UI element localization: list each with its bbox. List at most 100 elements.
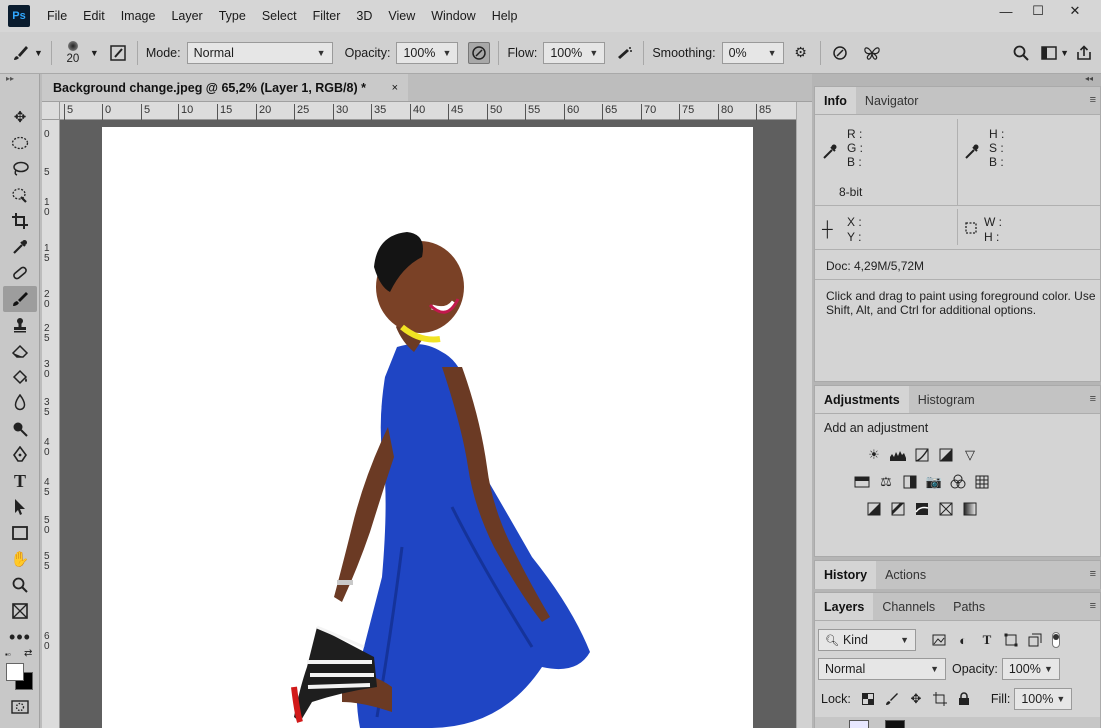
black-white-icon[interactable] [899,473,921,491]
color-swatches[interactable]: ▪▫ ⇄ [0,648,40,694]
pen-tool-icon[interactable] [3,442,37,468]
menu-3d[interactable]: 3D [356,9,372,23]
blur-tool-icon[interactable] [3,390,37,416]
chevron-down-icon[interactable]: ▼ [90,48,99,58]
brush-tool-preset-icon[interactable] [10,42,32,64]
quick-mask-icon[interactable] [3,694,37,720]
paint-bucket-tool-icon[interactable] [3,364,37,390]
hue-saturation-icon[interactable] [851,473,873,491]
menu-file[interactable]: File [47,9,67,23]
channel-mixer-icon[interactable] [947,473,969,491]
panel-menu-icon[interactable]: ≡ [1090,568,1096,580]
gradient-map-icon[interactable] [959,500,981,518]
document-canvas[interactable] [102,127,753,728]
menu-help[interactable]: Help [492,9,518,23]
frame-tool-icon[interactable] [3,598,37,624]
adjustment-layer-filter-icon[interactable]: ◐ [952,631,974,649]
layer-kind-filter[interactable]: 🔍︎ Kind ▼ [818,629,916,651]
symmetry-butterfly-icon[interactable] [861,42,883,64]
brightness-contrast-icon[interactable]: ☀ [863,446,885,464]
vertical-ruler[interactable]: 0 5 1 0 1 5 2 0 2 5 3 0 3 5 4 0 4 5 5 0 … [42,120,60,728]
lasso-tool-icon[interactable] [3,156,37,182]
search-icon[interactable] [1010,42,1032,64]
type-tool-icon[interactable]: T [3,468,37,494]
gear-icon[interactable]: ⚙ [790,42,812,64]
tab-paths[interactable]: Paths [944,593,994,620]
pressure-size-icon[interactable] [829,42,851,64]
dodge-tool-icon[interactable] [3,416,37,442]
menu-select[interactable]: Select [262,9,297,23]
share-icon[interactable] [1073,42,1095,64]
levels-icon[interactable] [887,446,909,464]
eyedropper-icon[interactable] [823,143,837,162]
panel-collapse-icon[interactable]: ◂◂ [1085,74,1093,83]
panel-menu-icon[interactable]: ≡ [1090,600,1096,612]
chevron-down-icon[interactable]: ▼ [1060,48,1069,58]
lock-artboard-icon[interactable] [929,690,951,708]
swap-colors-icon[interactable]: ⇄ [24,648,32,659]
tab-adjustments[interactable]: Adjustments [815,386,909,413]
menu-view[interactable]: View [388,9,415,23]
vibrance-icon[interactable]: ▽ [959,446,981,464]
filter-toggle[interactable] [1052,632,1060,648]
exposure-icon[interactable] [935,446,957,464]
crop-tool-icon[interactable] [3,208,37,234]
tab-navigator[interactable]: Navigator [856,87,928,114]
clone-stamp-tool-icon[interactable] [3,312,37,338]
lock-all-icon[interactable] [953,690,975,708]
hand-tool-icon[interactable]: ✋ [3,546,37,572]
pixel-layer-filter-icon[interactable] [928,631,950,649]
invert-icon[interactable] [863,500,885,518]
chevron-down-icon[interactable]: ▼ [34,48,43,58]
smoothing-field[interactable]: 0% ▼ [721,41,784,64]
maximize-button[interactable]: ☐ [1023,0,1053,22]
panel-collapse-icon[interactable]: ▸▸ [0,74,39,84]
blend-mode-dropdown[interactable]: Normal ▼ [818,658,946,680]
menu-edit[interactable]: Edit [83,9,105,23]
tab-histogram[interactable]: Histogram [909,386,984,413]
menu-window[interactable]: Window [431,9,475,23]
pressure-opacity-icon[interactable] [468,41,491,64]
type-layer-filter-icon[interactable]: T [976,631,998,649]
menu-layer[interactable]: Layer [171,9,202,23]
close-button[interactable]: ✕ [1055,0,1095,22]
move-tool-icon[interactable]: ✥ [3,104,37,130]
flow-field[interactable]: 100% ▼ [543,41,606,64]
menu-type[interactable]: Type [219,9,246,23]
brush-size-picker[interactable]: 20 [60,40,86,65]
vertical-scrollbar[interactable] [796,102,812,728]
photo-filter-icon[interactable]: 📷 [923,473,945,491]
zoom-tool-icon[interactable] [3,572,37,598]
brush-tool-icon[interactable] [3,286,37,312]
minimize-button[interactable]: — [991,0,1021,22]
horizontal-ruler[interactable]: 5 0 5 10 15 20 25 30 35 40 45 50 55 60 6… [60,102,796,120]
path-selection-tool-icon[interactable] [3,494,37,520]
document-tab[interactable]: Background change.jpeg @ 65,2% (Layer 1,… [42,74,408,102]
tab-actions[interactable]: Actions [876,561,935,589]
layer-row[interactable] [815,717,1100,728]
eraser-tool-icon[interactable] [3,338,37,364]
quick-selection-tool-icon[interactable] [3,182,37,208]
lock-image-pixels-icon[interactable] [881,690,903,708]
tab-layers[interactable]: Layers [815,593,874,620]
opacity-field[interactable]: 100% ▼ [396,41,459,64]
foreground-color-swatch[interactable] [6,663,24,681]
marquee-tool-icon[interactable] [3,130,37,156]
tab-info[interactable]: Info [815,87,856,114]
posterize-icon[interactable] [887,500,909,518]
curves-icon[interactable] [911,446,933,464]
tab-channels[interactable]: Channels [873,593,944,620]
lock-transparent-pixels-icon[interactable] [857,690,879,708]
rectangle-tool-icon[interactable] [3,520,37,546]
smart-object-filter-icon[interactable] [1024,631,1046,649]
fill-field[interactable]: 100% ▼ [1014,688,1073,710]
close-icon[interactable]: × [392,82,398,94]
menu-filter[interactable]: Filter [313,9,341,23]
panel-menu-icon[interactable]: ≡ [1090,94,1096,106]
shape-layer-filter-icon[interactable] [1000,631,1022,649]
threshold-icon[interactable] [911,500,933,518]
canvas-area[interactable] [60,120,796,728]
tab-history[interactable]: History [815,561,877,589]
lock-position-icon[interactable]: ✥ [905,690,927,708]
brush-settings-panel-icon[interactable] [107,42,129,64]
